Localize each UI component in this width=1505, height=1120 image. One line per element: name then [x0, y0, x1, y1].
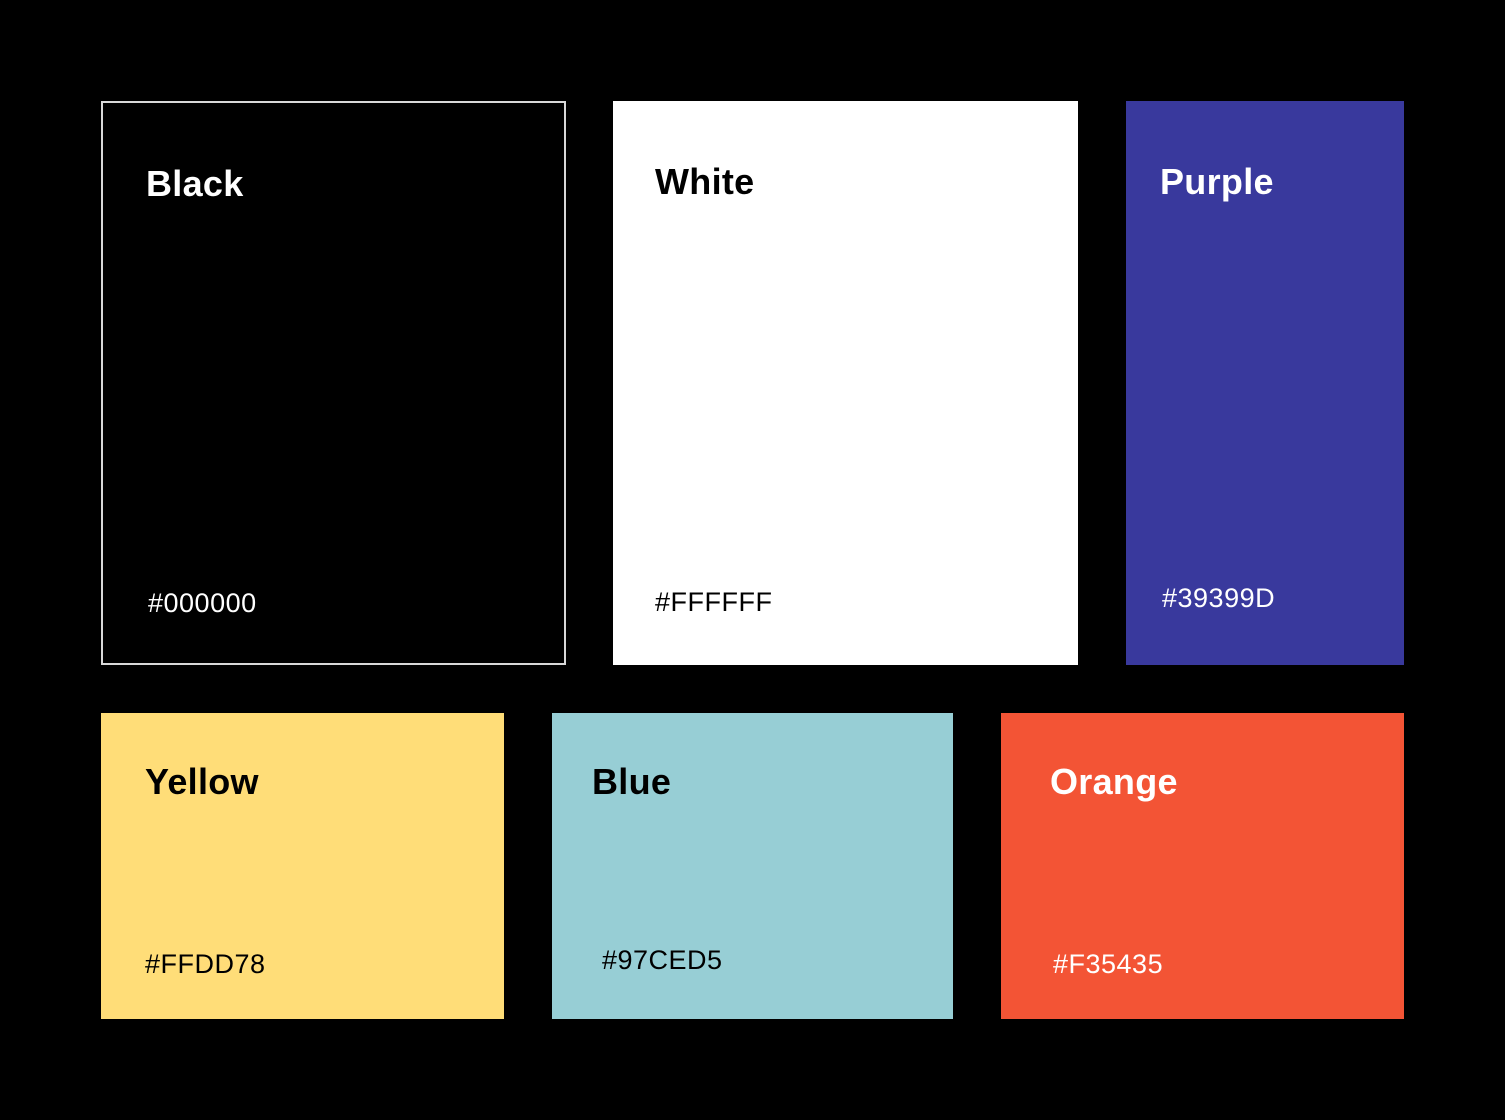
swatch-hex: #FFDD78: [145, 949, 266, 979]
swatch-name: Orange: [1050, 761, 1178, 802]
color-palette: Black #000000 White #FFFFFF Purple #3939…: [0, 0, 1505, 1120]
swatch-name: White: [655, 161, 755, 202]
swatch-name: Purple: [1160, 161, 1274, 202]
swatch-orange: Orange #F35435: [1001, 713, 1404, 1019]
swatch-hex: #F35435: [1053, 949, 1164, 979]
swatch-name: Black: [146, 163, 244, 204]
swatch-hex: #FFFFFF: [655, 587, 773, 617]
swatch-blue: Blue #97CED5: [552, 713, 953, 1019]
swatch-yellow: Yellow #FFDD78: [101, 713, 504, 1019]
swatch-hex: #97CED5: [602, 945, 723, 975]
swatch-purple: Purple #39399D: [1126, 101, 1404, 665]
swatch-black: Black #000000: [101, 101, 566, 665]
swatch-name: Yellow: [145, 761, 259, 802]
swatch-hex: #39399D: [1162, 583, 1276, 613]
swatch-white: White #FFFFFF: [613, 101, 1078, 665]
swatch-name: Blue: [592, 761, 672, 802]
swatch-hex: #000000: [148, 588, 257, 618]
